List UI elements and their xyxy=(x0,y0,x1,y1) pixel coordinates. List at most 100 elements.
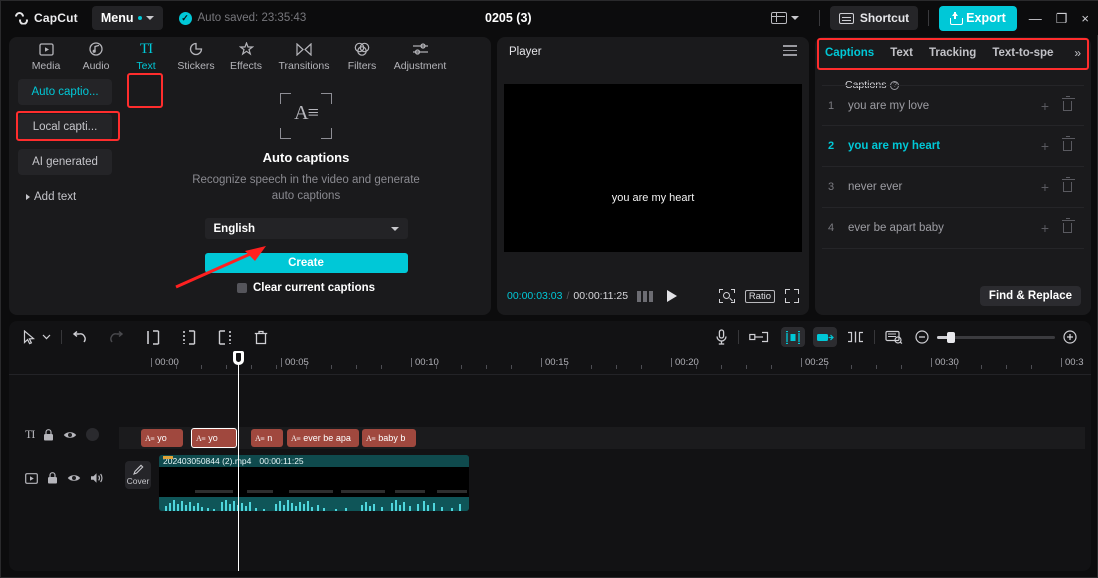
keyframe-icon[interactable] xyxy=(749,331,769,343)
eye-icon[interactable] xyxy=(63,430,77,440)
more-tabs-icon[interactable]: » xyxy=(1074,46,1081,60)
close-button[interactable]: × xyxy=(1081,12,1089,25)
frames-icon[interactable] xyxy=(637,290,654,302)
playhead[interactable] xyxy=(233,351,244,571)
caption-text[interactable]: ever be apart baby xyxy=(848,222,1034,234)
play-button[interactable] xyxy=(667,290,678,302)
caption-clip-icon: A≡ xyxy=(145,433,155,443)
video-track-header xyxy=(17,472,113,484)
player-header: Player xyxy=(497,37,809,67)
sidebar-item-add-text[interactable]: Add text xyxy=(18,184,112,210)
magnifier-icon[interactable] xyxy=(718,289,735,303)
delete-caption-icon[interactable] xyxy=(1056,95,1078,111)
tab-adjustment[interactable]: Adjustment xyxy=(387,37,453,72)
tab-filters[interactable]: Filters xyxy=(337,37,387,72)
list-item[interactable]: 2 you are my heart + xyxy=(822,126,1084,167)
tab-tracking[interactable]: Tracking xyxy=(929,47,976,59)
tab-text[interactable]: Text xyxy=(890,47,913,59)
text-track[interactable]: A≡ yo A≡ yo A≡ n A≡ ever be apa A≡ baby … xyxy=(119,427,1085,449)
trim-left-icon[interactable] xyxy=(182,329,196,345)
tab-audio[interactable]: Audio xyxy=(71,37,121,72)
add-caption-icon[interactable]: + xyxy=(1034,138,1056,154)
find-replace-button[interactable]: Find & Replace xyxy=(979,286,1081,306)
divider xyxy=(61,330,62,344)
caption-text[interactable]: you are my heart xyxy=(848,140,1034,152)
microphone-icon[interactable] xyxy=(715,329,728,345)
create-button[interactable]: Create xyxy=(204,253,408,273)
split-clip-icon[interactable] xyxy=(847,331,864,343)
add-caption-icon[interactable]: + xyxy=(1034,98,1056,114)
zoom-in-icon[interactable] xyxy=(1063,330,1077,344)
player-menu-icon[interactable] xyxy=(783,45,797,59)
fullscreen-icon[interactable] xyxy=(785,289,799,303)
zoom-slider-handle[interactable] xyxy=(947,331,955,343)
left-panel-tabs: Media Audio TI Text Stickers Effects Tra… xyxy=(9,37,491,73)
caption-text[interactable]: you are my love xyxy=(848,100,1034,112)
sidebar-item-auto-captions[interactable]: Auto captio... xyxy=(18,79,112,105)
sidebar-item-ai-generated[interactable]: AI generated xyxy=(18,149,112,175)
video-preview[interactable]: you are my heart xyxy=(504,84,802,252)
export-button[interactable]: Export xyxy=(939,5,1017,31)
volume-icon[interactable] xyxy=(90,472,104,484)
language-select[interactable]: English xyxy=(204,218,408,239)
video-clip[interactable]: 202403050844 (2).mp4 00:00:11:25 xyxy=(159,455,469,511)
trim-right-icon[interactable] xyxy=(218,329,232,345)
ratio-button[interactable]: Ratio xyxy=(744,289,775,303)
transitions-icon xyxy=(296,41,312,57)
mirror-button[interactable] xyxy=(781,327,805,347)
tool-dropdown-icon[interactable] xyxy=(42,334,51,340)
text-clip[interactable]: A≡ ever be apa xyxy=(287,429,359,447)
adsorb-button[interactable] xyxy=(813,327,837,347)
left-panel-sidebar: Auto captio... Local capti... AI generat… xyxy=(9,71,121,315)
caption-text[interactable]: never ever xyxy=(848,181,1034,193)
tab-text[interactable]: TI Text xyxy=(121,37,171,73)
tab-effects[interactable]: Effects xyxy=(221,37,271,72)
add-caption-icon[interactable]: + xyxy=(1034,179,1056,195)
tab-stickers[interactable]: Stickers xyxy=(171,37,221,72)
timeline-toolbar xyxy=(9,321,1091,353)
clear-captions-row[interactable]: Clear current captions xyxy=(236,282,375,294)
tab-transitions[interactable]: Transitions xyxy=(271,37,337,72)
delete-icon[interactable] xyxy=(254,330,268,345)
delete-caption-icon[interactable] xyxy=(1056,218,1078,233)
eye-icon[interactable] xyxy=(67,473,81,483)
zoom-slider[interactable] xyxy=(937,331,1055,343)
menu-button[interactable]: Menu xyxy=(91,6,163,30)
maximize-button[interactable]: ❐ xyxy=(1056,12,1068,25)
playhead-handle[interactable] xyxy=(233,351,244,365)
tab-media[interactable]: Media xyxy=(21,37,71,72)
minimize-button[interactable]: — xyxy=(1029,12,1042,25)
delete-caption-icon[interactable] xyxy=(1056,177,1078,192)
select-tool-icon[interactable] xyxy=(23,329,36,345)
split-icon[interactable] xyxy=(146,329,160,345)
video-clip-header: 202403050844 (2).mp4 00:00:11:25 xyxy=(159,455,469,467)
video-track-icon xyxy=(25,472,38,484)
tab-text-to-speech[interactable]: Text-to-spee xyxy=(992,47,1054,59)
text-clip[interactable]: A≡ baby b xyxy=(362,429,416,447)
text-clip[interactable]: A≡ n xyxy=(251,429,283,447)
timeline-ruler[interactable]: 00:00 00:05 00:10 00:15 00:20 00:25 00:3… xyxy=(9,353,1091,375)
list-item[interactable]: 4 ever be apart baby + xyxy=(822,208,1084,249)
undo-icon[interactable] xyxy=(72,330,87,344)
list-item[interactable]: 1 you are my love + xyxy=(822,85,1084,126)
lock-icon[interactable] xyxy=(47,472,58,484)
menu-badge-dot xyxy=(137,16,142,20)
clear-captions-checkbox[interactable] xyxy=(236,283,247,293)
divider xyxy=(818,10,820,26)
text-clip-selected[interactable]: A≡ yo xyxy=(191,428,237,448)
lock-icon[interactable] xyxy=(43,428,54,441)
add-caption-icon[interactable]: + xyxy=(1034,220,1056,236)
right-panel: Captions Text Tracking Text-to-spee » Ca… xyxy=(815,37,1091,315)
delete-caption-icon[interactable] xyxy=(1056,136,1078,151)
find-replace-label: Find & Replace xyxy=(988,290,1072,302)
shortcut-button[interactable]: Shortcut xyxy=(829,6,919,30)
list-item[interactable]: 3 never ever + xyxy=(822,167,1084,208)
cover-button[interactable]: Cover xyxy=(125,461,151,489)
auto-captions-icon: A≡ xyxy=(280,93,332,139)
preview-render-icon[interactable] xyxy=(885,330,903,344)
text-clip[interactable]: A≡ yo xyxy=(141,429,183,447)
zoom-out-icon[interactable] xyxy=(915,330,929,344)
sidebar-item-local-captions[interactable]: Local capti... xyxy=(18,114,112,140)
layout-button[interactable] xyxy=(770,12,799,24)
tab-captions[interactable]: Captions xyxy=(825,47,874,59)
